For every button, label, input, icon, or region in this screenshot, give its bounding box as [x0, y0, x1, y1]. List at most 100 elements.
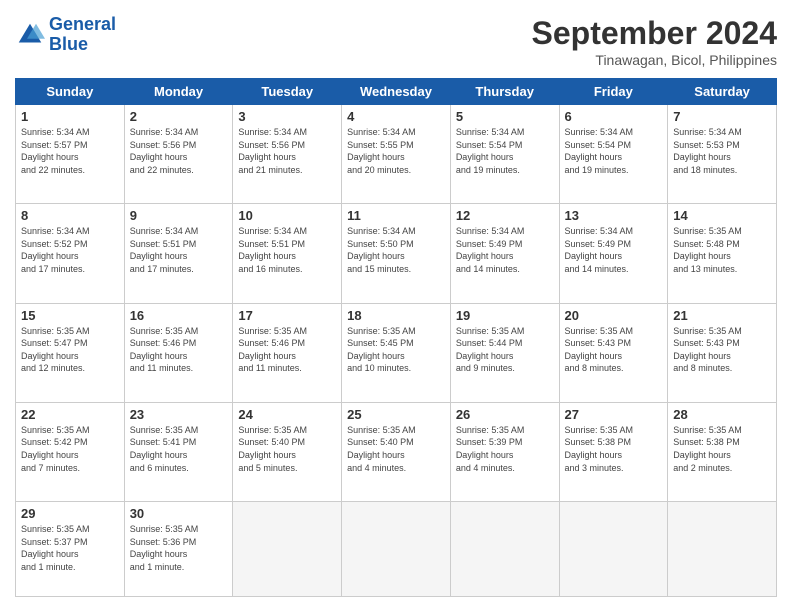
day-info: Sunrise: 5:34 AM Sunset: 5:56 PM Dayligh… [130, 126, 228, 176]
day-info: Sunrise: 5:34 AM Sunset: 5:54 PM Dayligh… [565, 126, 663, 176]
day-info: Sunrise: 5:35 AM Sunset: 5:45 PM Dayligh… [347, 325, 445, 375]
day-info: Sunrise: 5:34 AM Sunset: 5:51 PM Dayligh… [238, 225, 336, 275]
day-info: Sunrise: 5:34 AM Sunset: 5:53 PM Dayligh… [673, 126, 771, 176]
day-number: 24 [238, 407, 336, 422]
day-info: Sunrise: 5:35 AM Sunset: 5:39 PM Dayligh… [456, 424, 554, 474]
col-tuesday: Tuesday [233, 79, 342, 105]
table-row: 1 Sunrise: 5:34 AM Sunset: 5:57 PM Dayli… [16, 105, 125, 204]
day-number: 12 [456, 208, 554, 223]
col-sunday: Sunday [16, 79, 125, 105]
table-row: 7 Sunrise: 5:34 AM Sunset: 5:53 PM Dayli… [668, 105, 777, 204]
day-info: Sunrise: 5:34 AM Sunset: 5:54 PM Dayligh… [456, 126, 554, 176]
table-row: 4 Sunrise: 5:34 AM Sunset: 5:55 PM Dayli… [342, 105, 451, 204]
table-row: 5 Sunrise: 5:34 AM Sunset: 5:54 PM Dayli… [450, 105, 559, 204]
table-row: 23 Sunrise: 5:35 AM Sunset: 5:41 PM Dayl… [124, 402, 233, 501]
day-number: 20 [565, 308, 663, 323]
table-row [233, 502, 342, 597]
table-row: 3 Sunrise: 5:34 AM Sunset: 5:56 PM Dayli… [233, 105, 342, 204]
table-row: 17 Sunrise: 5:35 AM Sunset: 5:46 PM Dayl… [233, 303, 342, 402]
table-row: 27 Sunrise: 5:35 AM Sunset: 5:38 PM Dayl… [559, 402, 668, 501]
title-block: September 2024 Tinawagan, Bicol, Philipp… [532, 15, 777, 68]
day-number: 4 [347, 109, 445, 124]
day-info: Sunrise: 5:35 AM Sunset: 5:38 PM Dayligh… [565, 424, 663, 474]
day-number: 17 [238, 308, 336, 323]
col-wednesday: Wednesday [342, 79, 451, 105]
day-info: Sunrise: 5:34 AM Sunset: 5:55 PM Dayligh… [347, 126, 445, 176]
day-info: Sunrise: 5:34 AM Sunset: 5:57 PM Dayligh… [21, 126, 119, 176]
table-row: 15 Sunrise: 5:35 AM Sunset: 5:47 PM Dayl… [16, 303, 125, 402]
page: General Blue September 2024 Tinawagan, B… [0, 0, 792, 612]
month-year: September 2024 [532, 15, 777, 52]
day-info: Sunrise: 5:35 AM Sunset: 5:40 PM Dayligh… [238, 424, 336, 474]
day-number: 18 [347, 308, 445, 323]
day-number: 5 [456, 109, 554, 124]
day-info: Sunrise: 5:35 AM Sunset: 5:43 PM Dayligh… [673, 325, 771, 375]
day-info: Sunrise: 5:35 AM Sunset: 5:48 PM Dayligh… [673, 225, 771, 275]
day-number: 2 [130, 109, 228, 124]
day-info: Sunrise: 5:35 AM Sunset: 5:46 PM Dayligh… [130, 325, 228, 375]
day-info: Sunrise: 5:34 AM Sunset: 5:50 PM Dayligh… [347, 225, 445, 275]
table-row: 14 Sunrise: 5:35 AM Sunset: 5:48 PM Dayl… [668, 204, 777, 303]
day-info: Sunrise: 5:35 AM Sunset: 5:37 PM Dayligh… [21, 523, 119, 573]
day-info: Sunrise: 5:34 AM Sunset: 5:56 PM Dayligh… [238, 126, 336, 176]
table-row: 30 Sunrise: 5:35 AM Sunset: 5:36 PM Dayl… [124, 502, 233, 597]
day-number: 22 [21, 407, 119, 422]
table-row: 11 Sunrise: 5:34 AM Sunset: 5:50 PM Dayl… [342, 204, 451, 303]
table-row: 8 Sunrise: 5:34 AM Sunset: 5:52 PM Dayli… [16, 204, 125, 303]
day-info: Sunrise: 5:35 AM Sunset: 5:47 PM Dayligh… [21, 325, 119, 375]
logo-icon [15, 20, 45, 50]
table-row [559, 502, 668, 597]
day-number: 8 [21, 208, 119, 223]
day-number: 9 [130, 208, 228, 223]
day-number: 16 [130, 308, 228, 323]
day-info: Sunrise: 5:34 AM Sunset: 5:49 PM Dayligh… [456, 225, 554, 275]
table-row: 19 Sunrise: 5:35 AM Sunset: 5:44 PM Dayl… [450, 303, 559, 402]
day-number: 26 [456, 407, 554, 422]
table-row: 13 Sunrise: 5:34 AM Sunset: 5:49 PM Dayl… [559, 204, 668, 303]
header: General Blue September 2024 Tinawagan, B… [15, 15, 777, 68]
day-info: Sunrise: 5:34 AM Sunset: 5:52 PM Dayligh… [21, 225, 119, 275]
col-thursday: Thursday [450, 79, 559, 105]
day-info: Sunrise: 5:35 AM Sunset: 5:36 PM Dayligh… [130, 523, 228, 573]
location: Tinawagan, Bicol, Philippines [532, 52, 777, 68]
table-row: 26 Sunrise: 5:35 AM Sunset: 5:39 PM Dayl… [450, 402, 559, 501]
table-row: 16 Sunrise: 5:35 AM Sunset: 5:46 PM Dayl… [124, 303, 233, 402]
day-number: 11 [347, 208, 445, 223]
day-number: 28 [673, 407, 771, 422]
table-row: 6 Sunrise: 5:34 AM Sunset: 5:54 PM Dayli… [559, 105, 668, 204]
table-row: 9 Sunrise: 5:34 AM Sunset: 5:51 PM Dayli… [124, 204, 233, 303]
day-info: Sunrise: 5:34 AM Sunset: 5:49 PM Dayligh… [565, 225, 663, 275]
table-row: 24 Sunrise: 5:35 AM Sunset: 5:40 PM Dayl… [233, 402, 342, 501]
table-row: 29 Sunrise: 5:35 AM Sunset: 5:37 PM Dayl… [16, 502, 125, 597]
calendar: Sunday Monday Tuesday Wednesday Thursday… [15, 78, 777, 597]
day-info: Sunrise: 5:35 AM Sunset: 5:46 PM Dayligh… [238, 325, 336, 375]
logo-text: General Blue [49, 15, 116, 55]
day-number: 21 [673, 308, 771, 323]
day-number: 13 [565, 208, 663, 223]
logo-line1: General [49, 14, 116, 34]
table-row: 10 Sunrise: 5:34 AM Sunset: 5:51 PM Dayl… [233, 204, 342, 303]
col-monday: Monday [124, 79, 233, 105]
day-number: 23 [130, 407, 228, 422]
table-row [450, 502, 559, 597]
table-row: 2 Sunrise: 5:34 AM Sunset: 5:56 PM Dayli… [124, 105, 233, 204]
calendar-header-row: Sunday Monday Tuesday Wednesday Thursday… [16, 79, 777, 105]
table-row [668, 502, 777, 597]
day-info: Sunrise: 5:35 AM Sunset: 5:43 PM Dayligh… [565, 325, 663, 375]
day-info: Sunrise: 5:35 AM Sunset: 5:41 PM Dayligh… [130, 424, 228, 474]
day-number: 14 [673, 208, 771, 223]
day-number: 10 [238, 208, 336, 223]
table-row: 20 Sunrise: 5:35 AM Sunset: 5:43 PM Dayl… [559, 303, 668, 402]
day-number: 27 [565, 407, 663, 422]
col-saturday: Saturday [668, 79, 777, 105]
table-row: 28 Sunrise: 5:35 AM Sunset: 5:38 PM Dayl… [668, 402, 777, 501]
day-number: 7 [673, 109, 771, 124]
day-number: 30 [130, 506, 228, 521]
logo: General Blue [15, 15, 116, 55]
day-number: 29 [21, 506, 119, 521]
day-info: Sunrise: 5:35 AM Sunset: 5:38 PM Dayligh… [673, 424, 771, 474]
day-number: 19 [456, 308, 554, 323]
table-row: 22 Sunrise: 5:35 AM Sunset: 5:42 PM Dayl… [16, 402, 125, 501]
day-number: 25 [347, 407, 445, 422]
table-row [342, 502, 451, 597]
